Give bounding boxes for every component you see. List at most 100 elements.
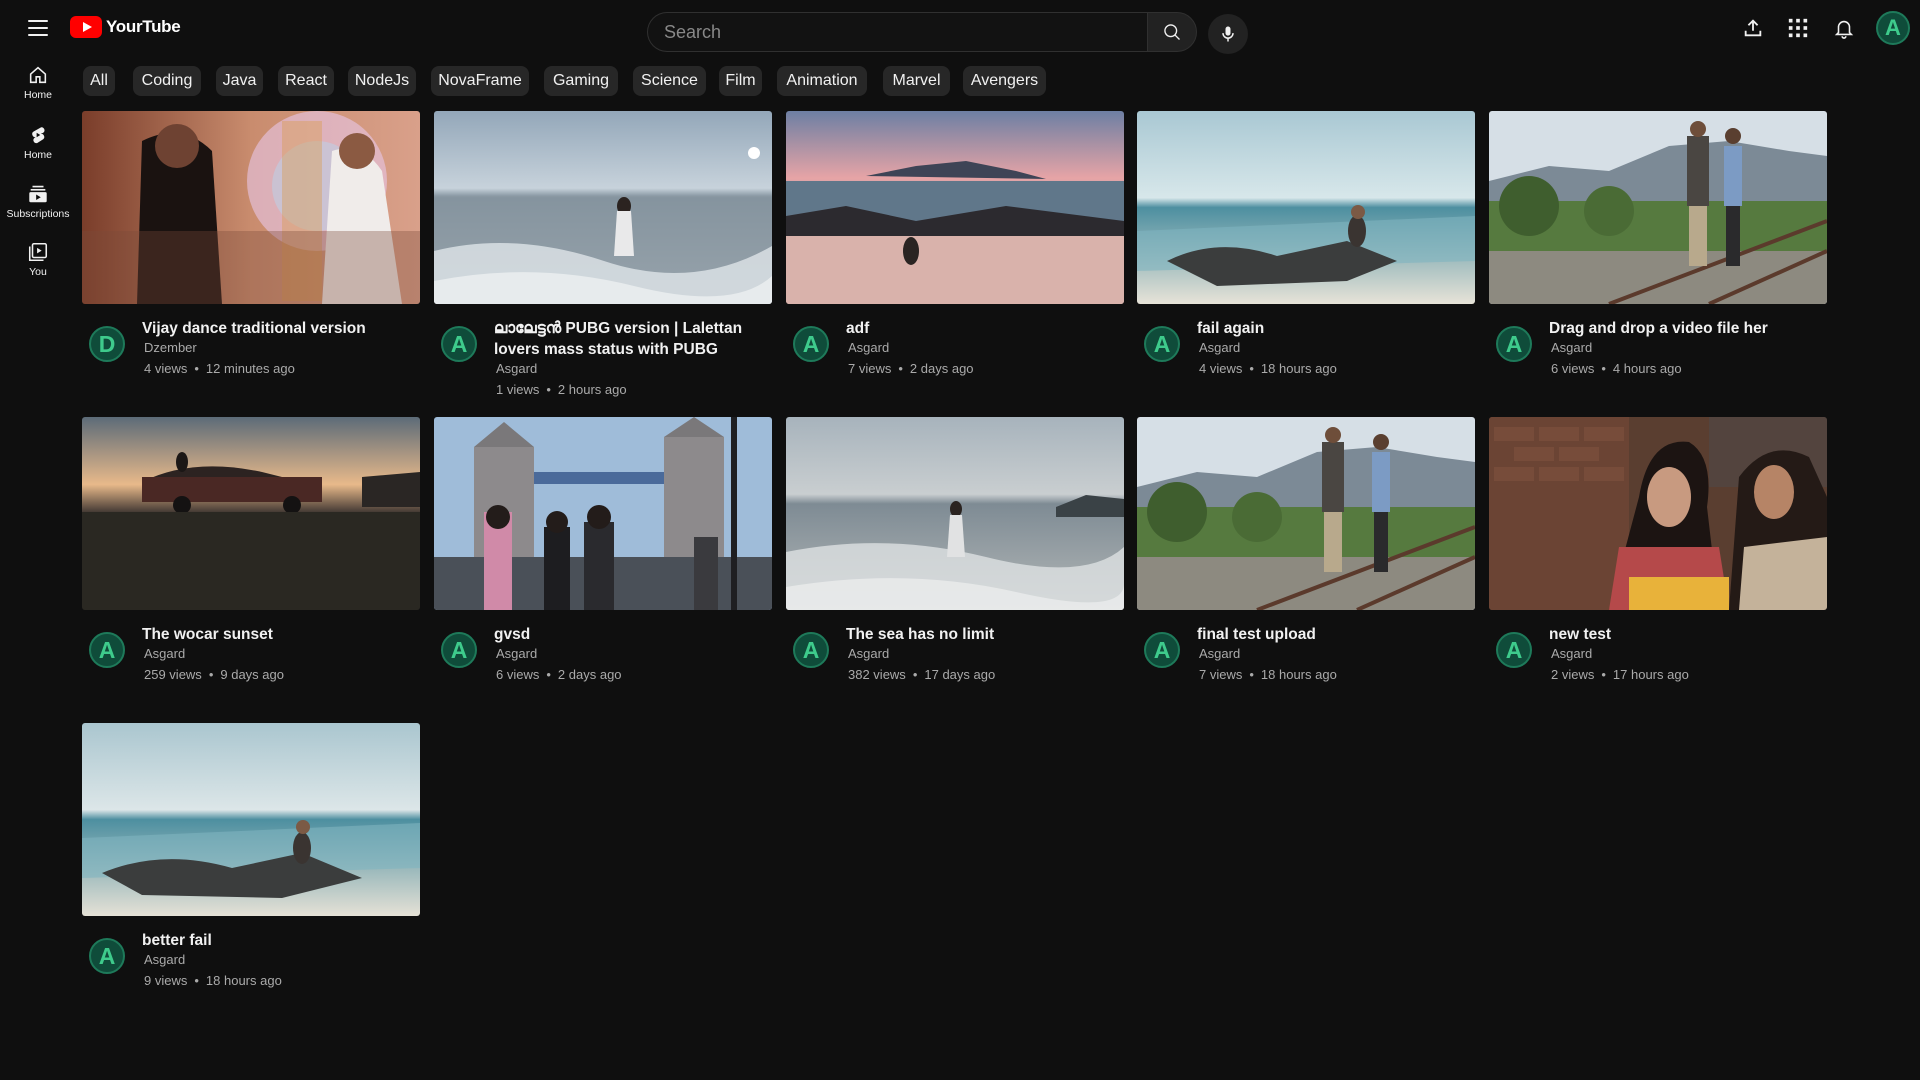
video-thumbnail[interactable] <box>1489 417 1827 610</box>
view-count: 1 views <box>496 382 540 397</box>
video-thumbnail[interactable] <box>786 417 1124 610</box>
notifications-button[interactable] <box>1830 14 1858 42</box>
chip-coding[interactable]: Coding <box>133 66 201 96</box>
video-thumbnail[interactable] <box>82 723 420 916</box>
video-card[interactable]: A The wocar sunset Asgard 259 views • 9 da… <box>82 417 420 707</box>
video-title[interactable]: Vijay dance traditional version <box>142 318 412 339</box>
channel-name[interactable]: Asgard <box>1199 646 1240 661</box>
chip-animation[interactable]: Animation <box>777 66 867 96</box>
chip-all[interactable]: All <box>83 66 115 96</box>
video-title[interactable]: better fail <box>142 930 412 951</box>
separator-dot: • <box>194 361 199 376</box>
search-button[interactable] <box>1147 12 1197 52</box>
chip-marvel[interactable]: Marvel <box>883 66 950 96</box>
channel-name[interactable]: Asgard <box>144 646 185 661</box>
video-card[interactable]: A final test upload Asgard 7 views • 18 ho… <box>1137 417 1475 707</box>
channel-avatar[interactable]: A <box>793 632 829 668</box>
video-thumbnail[interactable] <box>1489 111 1827 304</box>
upload-time: 4 hours ago <box>1612 361 1682 376</box>
chip-nodejs[interactable]: NodeJs <box>348 66 416 96</box>
video-card[interactable]: A ലാലേട്ടൻ PUBG version | Lalettan lover… <box>434 111 772 401</box>
sidebar-item-label: Home <box>23 89 52 101</box>
sidebar-item-subscriptions[interactable]: Subscriptions <box>6 177 70 233</box>
voice-search-button[interactable] <box>1208 14 1248 54</box>
video-thumbnail[interactable] <box>1137 417 1475 610</box>
account-avatar[interactable]: A <box>1876 11 1910 45</box>
channel-name[interactable]: Asgard <box>848 340 889 355</box>
search-icon <box>1164 24 1180 40</box>
video-card[interactable]: A better fail Asgard 9 views • 18 hours ag… <box>82 723 420 1013</box>
channel-avatar[interactable]: A <box>441 632 477 668</box>
video-stats: 6 views • 2 days ago <box>496 667 622 682</box>
view-count: 6 views <box>496 667 540 682</box>
channel-name[interactable]: Dzember <box>144 340 197 355</box>
video-stats: 6 views • 4 hours ago <box>1551 361 1682 376</box>
channel-avatar[interactable]: D <box>89 326 125 362</box>
channel-avatar[interactable]: A <box>793 326 829 362</box>
channel-name[interactable]: Asgard <box>1551 340 1592 355</box>
view-count: 259 views <box>144 667 202 682</box>
sidebar-item-shorts[interactable]: Home <box>6 118 70 174</box>
video-card[interactable]: A fail again Asgard 4 views • 18 hours ago <box>1137 111 1475 401</box>
video-title[interactable]: adf <box>846 318 1116 339</box>
video-card[interactable]: A The sea has no limit Asgard 382 views •… <box>786 417 1124 707</box>
microphone-icon <box>1222 26 1234 42</box>
sidebar-item-label: You <box>29 266 47 278</box>
channel-avatar[interactable]: A <box>441 326 477 362</box>
video-card[interactable]: D Vijay dance traditional version Dzembe… <box>82 111 420 401</box>
channel-name[interactable]: Asgard <box>1551 646 1592 661</box>
video-title[interactable]: gvsd <box>494 624 764 645</box>
view-count: 7 views <box>1199 667 1243 682</box>
sidebar-item-label: Home <box>23 149 52 161</box>
search-input[interactable] <box>647 12 1147 52</box>
channel-name[interactable]: Asgard <box>496 646 537 661</box>
upload-time: 18 hours ago <box>1260 667 1337 682</box>
video-title[interactable]: ലാലേട്ടൻ PUBG version | Lalettan lovers … <box>494 318 764 360</box>
video-thumbnail[interactable] <box>82 417 420 610</box>
channel-avatar[interactable]: A <box>89 632 125 668</box>
top-bar: YourTube A <box>0 0 1920 58</box>
chip-science[interactable]: Science <box>633 66 706 96</box>
sidebar-item-home[interactable]: Home <box>6 58 70 114</box>
upload-button[interactable] <box>1739 14 1767 42</box>
video-card[interactable]: A new test Asgard 2 views • 17 hours ago <box>1489 417 1827 707</box>
video-thumbnail[interactable] <box>434 417 772 610</box>
apps-button[interactable] <box>1784 14 1812 42</box>
chip-avengers[interactable]: Avengers <box>963 66 1046 96</box>
chip-gaming[interactable]: Gaming <box>544 66 618 96</box>
video-card[interactable]: A adf Asgard 7 views • 2 days ago <box>786 111 1124 401</box>
logo[interactable]: YourTube <box>70 15 181 39</box>
video-thumbnail[interactable] <box>82 111 420 304</box>
video-card[interactable]: A gvsd Asgard 6 views • 2 days ago <box>434 417 772 707</box>
video-title[interactable]: fail again <box>1197 318 1467 339</box>
chip-java[interactable]: Java <box>216 66 263 96</box>
channel-avatar[interactable]: A <box>1496 326 1532 362</box>
separator-dot: • <box>1601 361 1606 376</box>
video-title[interactable]: final test upload <box>1197 624 1467 645</box>
video-thumbnail[interactable] <box>434 111 772 304</box>
menu-icon[interactable] <box>18 12 58 44</box>
video-title[interactable]: Drag and drop a video file her <box>1549 318 1819 339</box>
search-bar <box>647 12 1197 52</box>
chip-film[interactable]: Film <box>719 66 762 96</box>
channel-avatar[interactable]: A <box>1144 632 1180 668</box>
channel-name[interactable]: Asgard <box>144 952 185 967</box>
chip-react[interactable]: React <box>278 66 334 96</box>
upload-time: 9 days ago <box>220 667 284 682</box>
video-thumbnail[interactable] <box>1137 111 1475 304</box>
channel-name[interactable]: Asgard <box>496 361 537 376</box>
video-card[interactable]: A Drag and drop a video file her Asgard … <box>1489 111 1827 401</box>
channel-avatar[interactable]: A <box>1496 632 1532 668</box>
video-title[interactable]: The wocar sunset <box>142 624 412 645</box>
separator-dot: • <box>898 361 903 376</box>
sidebar-item-you[interactable]: You <box>6 235 70 291</box>
channel-avatar[interactable]: A <box>89 938 125 974</box>
video-stats: 9 views • 18 hours ago <box>144 973 282 988</box>
video-thumbnail[interactable] <box>786 111 1124 304</box>
channel-avatar[interactable]: A <box>1144 326 1180 362</box>
video-title[interactable]: The sea has no limit <box>846 624 1116 645</box>
channel-name[interactable]: Asgard <box>1199 340 1240 355</box>
channel-name[interactable]: Asgard <box>848 646 889 661</box>
video-title[interactable]: new test <box>1549 624 1819 645</box>
chip-novaframe[interactable]: NovaFrame <box>431 66 529 96</box>
